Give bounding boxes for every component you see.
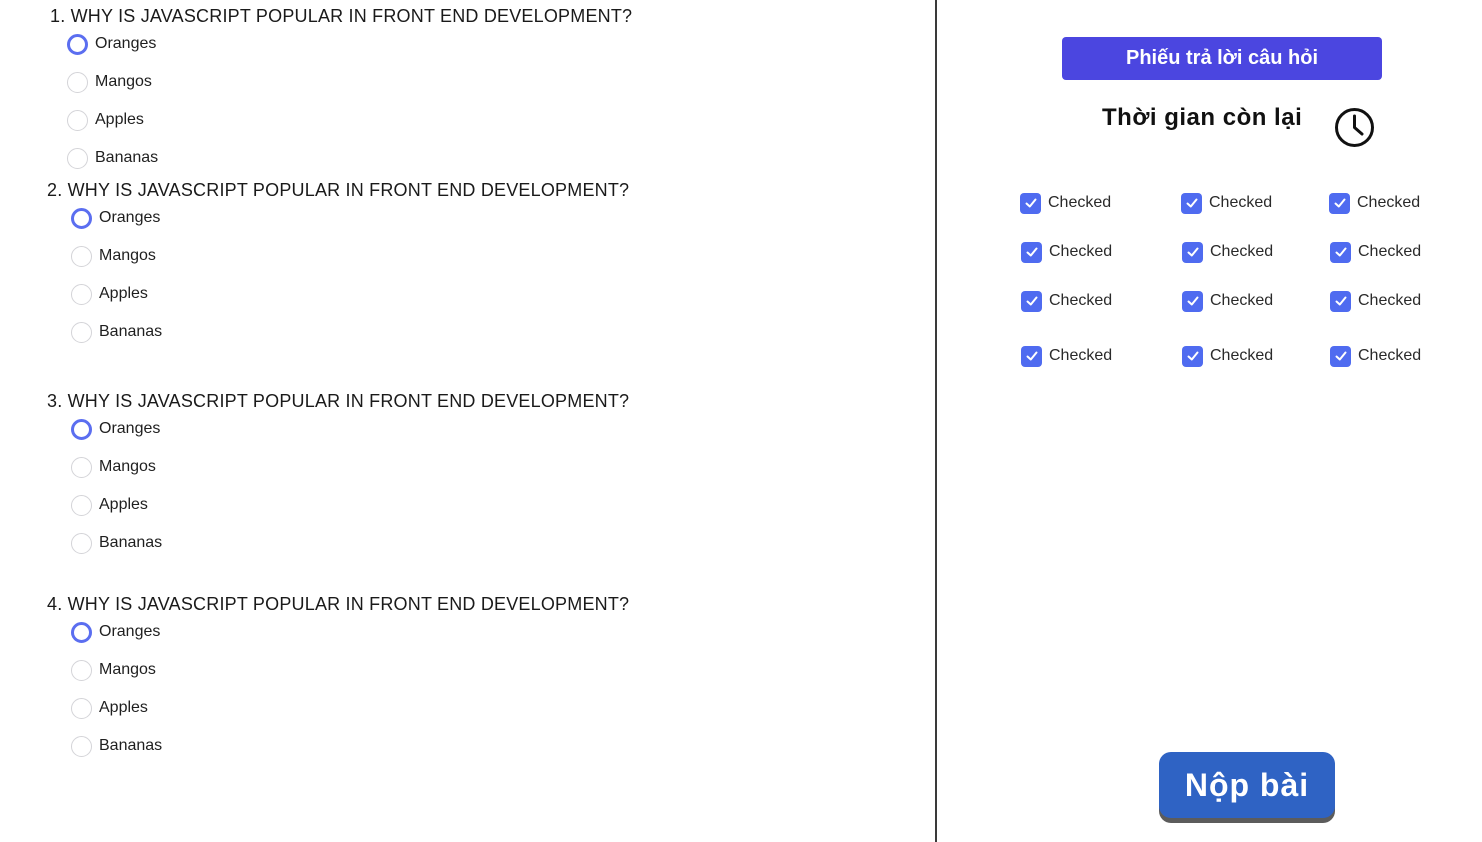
- radio-button[interactable]: [71, 697, 92, 719]
- option-label: Mangos: [99, 247, 156, 264]
- option-label: Bananas: [99, 534, 163, 551]
- option-label: Apples: [99, 285, 148, 302]
- radio-button[interactable]: [67, 71, 88, 93]
- question-checkbox[interactable]: Checked: [1330, 345, 1421, 367]
- checkbox-label: Checked: [1049, 243, 1113, 260]
- question-checkbox[interactable]: Checked: [1182, 290, 1273, 312]
- timer-label: Thời gian còn lại: [1102, 104, 1303, 131]
- check-icon[interactable]: [1329, 192, 1350, 214]
- checkbox-label: Checked: [1358, 243, 1422, 260]
- option-label: Mangos: [95, 73, 152, 90]
- option-bananas[interactable]: Bananas: [67, 147, 158, 169]
- option-label: Apples: [99, 496, 148, 513]
- question-4: 4. WHY IS JAVASCRIPT POPULAR IN FRONT EN…: [47, 594, 629, 614]
- question-2: 2. WHY IS JAVASCRIPT POPULAR IN FRONT EN…: [47, 180, 629, 200]
- question-checkbox[interactable]: Checked: [1330, 241, 1421, 263]
- check-icon[interactable]: [1181, 192, 1202, 214]
- option-mangos[interactable]: Mangos: [71, 659, 156, 681]
- option-label: Apples: [95, 111, 144, 128]
- questions-panel: 1. WHY IS JAVASCRIPT POPULAR IN FRONT EN…: [0, 0, 936, 842]
- option-mangos[interactable]: Mangos: [71, 245, 156, 267]
- option-apples[interactable]: Apples: [71, 697, 148, 719]
- radio-button[interactable]: [71, 494, 92, 516]
- option-oranges[interactable]: Oranges: [71, 207, 160, 229]
- check-icon[interactable]: [1021, 290, 1042, 312]
- option-oranges[interactable]: Oranges: [67, 33, 156, 55]
- check-icon[interactable]: [1021, 241, 1042, 263]
- radio-button[interactable]: [71, 659, 92, 681]
- option-label: Bananas: [99, 323, 163, 340]
- checkbox-label: Checked: [1358, 347, 1422, 364]
- check-icon[interactable]: [1330, 290, 1351, 312]
- checkbox-label: Checked: [1209, 194, 1273, 211]
- option-mangos[interactable]: Mangos: [67, 71, 152, 93]
- question-title: 1. WHY IS JAVASCRIPT POPULAR IN FRONT EN…: [50, 6, 633, 26]
- clock-icon: [1334, 107, 1375, 148]
- option-bananas[interactable]: Bananas: [71, 735, 162, 757]
- checkbox-label: Checked: [1210, 347, 1274, 364]
- radio-button[interactable]: [71, 245, 92, 267]
- check-icon[interactable]: [1182, 241, 1203, 263]
- radio-button[interactable]: [71, 456, 92, 478]
- option-label: Oranges: [99, 209, 161, 226]
- radio-button[interactable]: [71, 321, 92, 343]
- check-icon[interactable]: [1330, 345, 1351, 367]
- checkbox-label: Checked: [1210, 292, 1274, 309]
- answer-sheet-button[interactable]: Phiếu trả lời câu hỏi: [1062, 37, 1382, 80]
- check-icon[interactable]: [1330, 241, 1351, 263]
- checkbox-label: Checked: [1048, 194, 1112, 211]
- question-checkbox[interactable]: Checked: [1181, 192, 1272, 214]
- option-apples[interactable]: Apples: [71, 283, 148, 305]
- timer-row: Thời gian còn lại: [1102, 104, 1302, 132]
- check-icon[interactable]: [1020, 192, 1041, 214]
- checkbox-label: Checked: [1357, 194, 1421, 211]
- option-oranges[interactable]: Oranges: [71, 418, 160, 440]
- question-title: 4. WHY IS JAVASCRIPT POPULAR IN FRONT EN…: [47, 594, 630, 614]
- question-checkbox[interactable]: Checked: [1021, 290, 1112, 312]
- question-checkbox[interactable]: Checked: [1020, 192, 1111, 214]
- radio-button[interactable]: [67, 33, 88, 55]
- radio-button[interactable]: [67, 109, 88, 131]
- check-icon[interactable]: [1182, 345, 1203, 367]
- question-checkbox[interactable]: Checked: [1182, 241, 1273, 263]
- checkbox-label: Checked: [1210, 243, 1274, 260]
- option-label: Mangos: [99, 661, 156, 678]
- option-apples[interactable]: Apples: [67, 109, 144, 131]
- radio-button[interactable]: [67, 147, 88, 169]
- option-label: Mangos: [99, 458, 156, 475]
- option-label: Bananas: [99, 737, 163, 754]
- question-checkbox[interactable]: Checked: [1330, 290, 1421, 312]
- question-title: 2. WHY IS JAVASCRIPT POPULAR IN FRONT EN…: [47, 180, 630, 200]
- checkbox-label: Checked: [1049, 347, 1113, 364]
- submit-button[interactable]: Nộp bài: [1159, 752, 1335, 818]
- question-3: 3. WHY IS JAVASCRIPT POPULAR IN FRONT EN…: [47, 391, 629, 411]
- radio-button[interactable]: [71, 207, 92, 229]
- option-apples[interactable]: Apples: [71, 494, 148, 516]
- option-label: Apples: [99, 699, 148, 716]
- radio-button[interactable]: [71, 532, 92, 554]
- question-1: 1. WHY IS JAVASCRIPT POPULAR IN FRONT EN…: [50, 6, 632, 26]
- radio-button[interactable]: [71, 283, 92, 305]
- check-icon[interactable]: [1182, 290, 1203, 312]
- question-checkbox[interactable]: Checked: [1021, 345, 1112, 367]
- radio-button[interactable]: [71, 735, 92, 757]
- answer-sheet-panel: Phiếu trả lời câu hỏi Thời gian còn lại …: [937, 0, 1482, 842]
- option-bananas[interactable]: Bananas: [71, 321, 162, 343]
- question-title: 3. WHY IS JAVASCRIPT POPULAR IN FRONT EN…: [47, 391, 630, 411]
- checkbox-label: Checked: [1358, 292, 1422, 309]
- radio-button[interactable]: [71, 621, 92, 643]
- checkbox-label: Checked: [1049, 292, 1113, 309]
- option-mangos[interactable]: Mangos: [71, 456, 156, 478]
- question-checkbox[interactable]: Checked: [1182, 345, 1273, 367]
- option-oranges[interactable]: Oranges: [71, 621, 160, 643]
- question-checkbox[interactable]: Checked: [1021, 241, 1112, 263]
- option-bananas[interactable]: Bananas: [71, 532, 162, 554]
- radio-button[interactable]: [71, 418, 92, 440]
- option-label: Oranges: [99, 420, 161, 437]
- option-label: Bananas: [95, 149, 159, 166]
- question-checkbox[interactable]: Checked: [1329, 192, 1420, 214]
- option-label: Oranges: [99, 623, 161, 640]
- check-icon[interactable]: [1021, 345, 1042, 367]
- option-label: Oranges: [95, 35, 157, 52]
